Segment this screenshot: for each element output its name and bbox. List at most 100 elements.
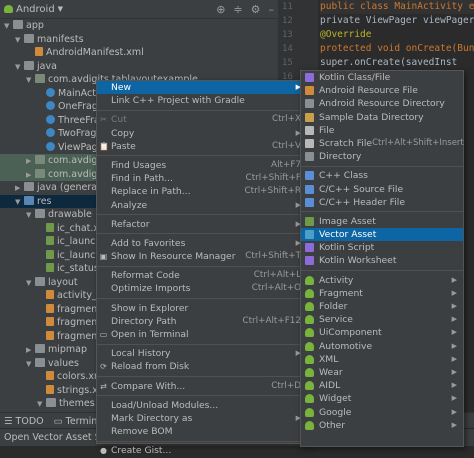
shortcut-hint: Ctrl+Alt+O	[251, 283, 301, 294]
menu-item-open-in-terminal[interactable]: ▭ Open in Terminal	[97, 328, 307, 341]
menu-item-cut[interactable]: ✂ Cut Ctrl+X	[97, 113, 307, 126]
menu-item-uicomponent[interactable]: UiComponent ▶	[301, 326, 463, 339]
expanded-arrow-icon[interactable]: ▼	[26, 358, 35, 372]
collapse-icon[interactable]: ≑	[233, 3, 242, 16]
menu-item-directory[interactable]: Directory	[301, 150, 463, 163]
collapsed-arrow-icon[interactable]: ▶	[26, 344, 35, 358]
tree-item-label: mipmap	[48, 344, 88, 355]
menu-item-fragment[interactable]: Fragment ▶	[301, 287, 463, 300]
expanded-arrow-icon[interactable]: ▼	[26, 74, 35, 88]
code-line: public class MainActivity exten	[320, 0, 474, 14]
menu-item-link-c-project-with-gradle[interactable]: Link C++ Project with Gradle	[97, 94, 307, 107]
android-icon	[305, 341, 314, 351]
menu-item-refactor[interactable]: Refactor ▶	[97, 218, 307, 231]
menu-item-label: Android Resource Directory	[319, 98, 445, 110]
expanded-arrow-icon[interactable]: ▼	[26, 277, 35, 291]
menu-item-label: Image Asset	[319, 215, 376, 227]
expanded-arrow-icon[interactable]: ▼	[15, 61, 24, 75]
submenu-arrow-icon: ▶	[451, 341, 457, 350]
tree-item-label: java	[37, 60, 57, 72]
menu-item-optimize-imports[interactable]: Optimize Imports Ctrl+Alt+O	[97, 282, 307, 295]
menu-item-other[interactable]: Other ▶	[301, 419, 463, 432]
tool-tab-todo[interactable]: ☰ TODO	[4, 416, 44, 427]
menu-item-load-unload-modules[interactable]: Load/Unload Modules...	[97, 399, 307, 412]
tree-item[interactable]: ▼ java	[0, 60, 278, 74]
menu-item-paste[interactable]: 📋 Paste Ctrl+V	[97, 140, 307, 153]
menu-item-c-c-source-file[interactable]: C/C++ Source File	[301, 183, 463, 196]
menu-item-folder[interactable]: Folder ▶	[301, 300, 463, 313]
menu-item-activity[interactable]: Activity ▶	[301, 274, 463, 287]
tree-item-label: AndroidManifest.xml	[46, 47, 144, 58]
menu-item-wear[interactable]: Wear ▶	[301, 366, 463, 379]
expanded-arrow-icon[interactable]: ▼	[26, 209, 35, 223]
submenu-arrow-icon: ▶	[451, 354, 457, 363]
expanded-arrow-icon[interactable]: ▼	[4, 20, 13, 34]
menu-item-google[interactable]: Google ▶	[301, 406, 463, 419]
expanded-arrow-icon[interactable]: ▼	[15, 34, 24, 48]
expanded-arrow-icon[interactable]: ▼	[37, 398, 46, 412]
menu-item-widget[interactable]: Widget ▶	[301, 392, 463, 405]
menu-item-aidl[interactable]: AIDL ▶	[301, 379, 463, 392]
menu-item-sample-data-directory[interactable]: Sample Data Directory	[301, 111, 463, 124]
menu-item-kotlin-script[interactable]: Kotlin Script	[301, 241, 463, 254]
menu-item-vector-asset[interactable]: Vector Asset	[301, 228, 463, 242]
pkg-icon	[35, 74, 45, 83]
menu-item-kotlin-class-file[interactable]: Kotlin Class/File	[301, 71, 463, 84]
menu-item-c-c-header-file[interactable]: C/C++ Header File	[301, 196, 463, 209]
menu-item-new[interactable]: New ▶	[97, 81, 307, 95]
menu-item-mark-directory-as[interactable]: Mark Directory as ▶	[97, 412, 307, 425]
menu-item-find-usages[interactable]: Find Usages Alt+F7	[97, 159, 307, 172]
menu-item-scratch-file[interactable]: Scratch File Ctrl+Alt+Shift+Insert	[301, 137, 464, 150]
menu-item-add-to-favorites[interactable]: Add to Favorites ▶	[97, 237, 307, 250]
menu-item-kotlin-worksheet[interactable]: Kotlin Worksheet	[301, 254, 463, 267]
open-in-terminal-icon: ▭	[99, 330, 108, 339]
menu-item-compare-with[interactable]: ⇄ Compare With... Ctrl+D	[97, 380, 307, 393]
menu-item-find-in-path[interactable]: Find in Path... Ctrl+Shift+F	[97, 172, 307, 185]
menu-item-reload-from-disk[interactable]: ⟳ Reload from Disk	[97, 360, 307, 373]
tree-item[interactable]: ▼ app	[0, 19, 278, 33]
gear-icon[interactable]: ⚙	[251, 3, 261, 16]
menu-item-service[interactable]: Service ▶	[301, 313, 463, 326]
img-icon	[46, 236, 54, 245]
menu-item-directory-path[interactable]: Directory Path Ctrl+Alt+F12	[97, 315, 307, 328]
menu-item-automotive[interactable]: Automotive ▶	[301, 340, 463, 353]
android-icon	[305, 275, 314, 285]
tree-item-label: ic_launch	[57, 236, 102, 247]
menu-item-replace-in-path[interactable]: Replace in Path... Ctrl+Shift+R	[97, 185, 307, 198]
collapsed-arrow-icon[interactable]: ▶	[26, 155, 35, 169]
tree-item[interactable]: ▼ manifests	[0, 33, 278, 47]
menu-item-show-in-explorer[interactable]: Show in Explorer	[97, 302, 307, 315]
project-view-selector[interactable]: Android ▼	[4, 4, 63, 15]
menu-item-copy[interactable]: Copy ▶	[97, 127, 307, 140]
expanded-arrow-icon[interactable]: ▼	[15, 196, 24, 210]
menu-item-reformat-code[interactable]: Reformat Code Ctrl+Alt+L	[97, 269, 307, 282]
tool-tab-label: TODO	[15, 415, 44, 427]
collapsed-arrow-icon[interactable]: ▶	[26, 169, 35, 183]
menu-item-c-class[interactable]: C++ Class	[301, 169, 463, 182]
menu-item-image-asset[interactable]: Image Asset	[301, 215, 463, 228]
menu-item-android-resource-file[interactable]: Android Resource File	[301, 84, 463, 97]
minimize-icon[interactable]: –	[269, 3, 275, 16]
menu-item-android-resource-directory[interactable]: Android Resource Directory	[301, 97, 463, 110]
menu-item-create-gist[interactable]: ● Create Gist...	[97, 444, 307, 457]
menu-item-label: Open in Terminal	[111, 329, 189, 340]
xmlf-file-icon	[305, 86, 314, 96]
folder-icon	[35, 276, 45, 286]
collapsed-arrow-icon[interactable]: ▶	[15, 182, 24, 196]
menu-item-remove-bom[interactable]: Remove BOM	[97, 425, 307, 438]
menu-item-show-in-resource-manager[interactable]: ▣ Show In Resource Manager Ctrl+Shift+T	[97, 250, 307, 263]
menu-item-label: UiComponent	[319, 327, 382, 339]
menu-item-analyze[interactable]: Analyze ▶	[97, 199, 307, 212]
menu-item-file[interactable]: File	[301, 124, 463, 137]
shortcut-hint: Ctrl+Alt+L	[253, 270, 301, 281]
target-icon[interactable]: ⊕	[216, 3, 225, 16]
cls-icon	[46, 87, 55, 97]
menu-item-label: Cut	[111, 114, 127, 126]
menu-item-xml[interactable]: XML ▶	[301, 353, 463, 366]
menu-item-label: Replace in Path...	[111, 186, 191, 198]
menu-item-label: Vector Asset	[319, 229, 377, 241]
android-icon	[305, 367, 314, 377]
menu-item-local-history[interactable]: Local History ▶	[97, 347, 307, 360]
submenu-arrow-icon: ▶	[451, 367, 457, 376]
tree-item[interactable]: AndroidManifest.xml	[0, 46, 278, 60]
